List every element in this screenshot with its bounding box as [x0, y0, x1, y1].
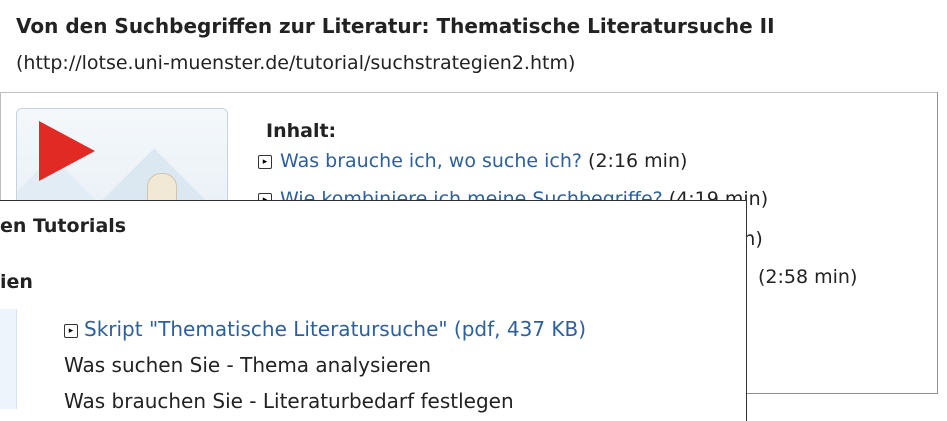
text-line: Was brauchen Sie - Literaturbedarf festl…: [64, 389, 514, 413]
inhalt-label: Inhalt:: [266, 120, 337, 142]
external-link-icon: ▸: [64, 323, 78, 338]
external-link-icon: ▸: [258, 154, 272, 169]
duration: (2:16 min): [588, 150, 688, 172]
page-title: Von den Suchbegriffen zur Literatur: The…: [16, 14, 775, 38]
subsection-heading: ien: [0, 271, 33, 293]
page-url: (http://lotse.uni-muenster.de/tutorial/s…: [16, 52, 576, 74]
list-item-link[interactable]: Was brauche ich, wo suche ich?: [280, 150, 582, 172]
text-line: Was suchen Sie - Thema analysieren: [64, 353, 432, 377]
front-window: en Tutorials ien ▸ Skript "Thematische Li…: [0, 200, 747, 421]
side-panel: [0, 309, 17, 409]
partial-text: (2:58 min): [758, 266, 858, 288]
skript-link[interactable]: Skript "Thematische Literatursuche" (pdf…: [84, 317, 586, 341]
list-item: ▸ Was brauche ich, wo suche ich? (2:16 mi…: [258, 150, 687, 172]
skript-link-row[interactable]: ▸ Skript "Thematische Literatursuche" (pd…: [64, 317, 586, 341]
window-border: [746, 200, 747, 404]
section-heading: en Tutorials: [0, 215, 127, 237]
play-icon[interactable]: [39, 121, 95, 181]
